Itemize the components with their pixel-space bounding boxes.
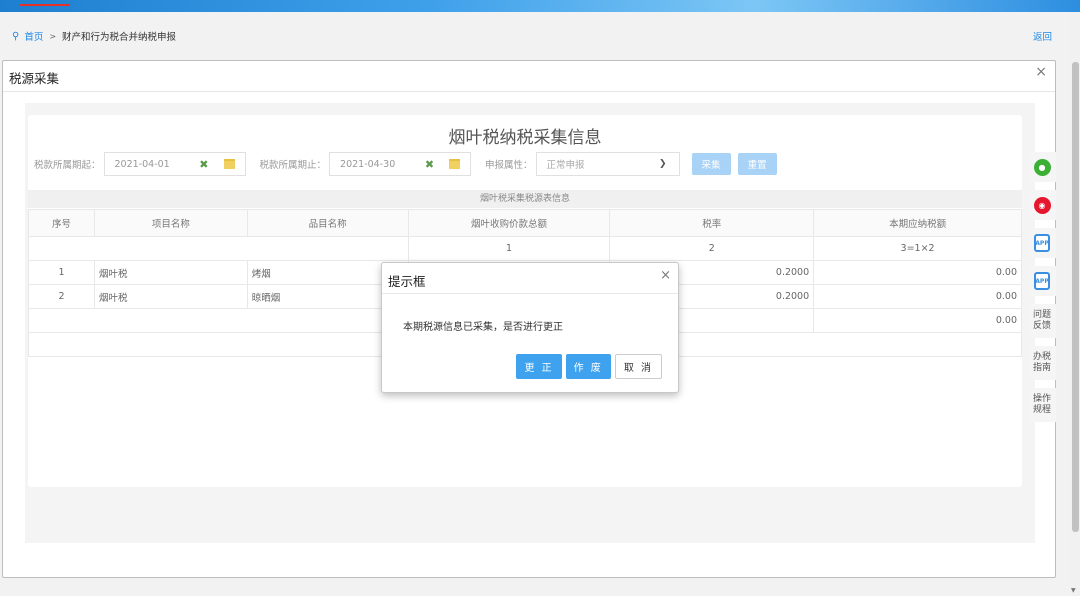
col-header: 序号: [28, 209, 95, 237]
col-header: 本期应纳税额: [813, 209, 1022, 237]
clear-icon[interactable]: ✖: [425, 158, 434, 171]
row-no: 2: [28, 284, 95, 309]
dialog-title: 提示框: [388, 274, 426, 289]
declare-type-label: 申报属性：: [485, 160, 533, 171]
dialog-close-icon[interactable]: ×: [660, 268, 671, 283]
start-date-label: 税款所属期起：: [34, 160, 101, 171]
panel-title: 烟叶税纳税采集信息: [448, 128, 602, 148]
banner-logo: [20, 0, 70, 6]
window-close-icon[interactable]: ×: [1035, 64, 1047, 80]
dialog-divider: [382, 293, 678, 294]
calendar-icon[interactable]: [449, 159, 461, 169]
window-divider: [3, 91, 1055, 92]
page-scrollbar[interactable]: ▼: [1070, 12, 1080, 596]
app-download-tool[interactable]: APP: [1028, 266, 1056, 296]
cancel-button[interactable]: 取 消: [614, 354, 662, 379]
dialog-message: 本期税源信息已采集，是否进行更正: [403, 322, 563, 333]
row-no: 1: [28, 260, 95, 285]
breadcrumb-current: 财产和行为税合并纳税申报: [62, 32, 177, 43]
feedback-tool[interactable]: 问题反馈: [1028, 304, 1056, 338]
col-header: 税率: [609, 209, 815, 237]
end-date-input[interactable]: 2021-04-30 ✖: [329, 152, 472, 176]
formula-cell: 1: [407, 236, 611, 261]
side-toolbar: ● ◉ APP APP 问题反馈 办税指南 操作规程: [1028, 152, 1056, 430]
top-banner: [0, 0, 1080, 12]
reset-button[interactable]: 重置: [737, 153, 777, 175]
col-header: 项目名称: [93, 209, 248, 237]
declare-type-select[interactable]: 正常申报 ❯: [535, 152, 680, 176]
table-caption: 烟叶税采集税源表信息: [28, 190, 1022, 208]
app-icon: APP: [1034, 234, 1050, 252]
end-date-value: 2021-04-30: [340, 158, 396, 170]
void-button[interactable]: 作 废: [565, 354, 611, 379]
end-date-label: 税款所属期止：: [259, 160, 327, 171]
row-tax: 0.00: [813, 284, 1022, 309]
wechat-tool[interactable]: ●: [1028, 152, 1056, 182]
declare-type-value: 正常申报: [546, 160, 585, 171]
row-tax: 0.00: [813, 260, 1022, 285]
back-link[interactable]: 返回: [1033, 29, 1052, 43]
clear-icon[interactable]: ✖: [199, 158, 208, 171]
breadcrumb-separator: >: [49, 31, 57, 41]
filter-row: 税款所属期起： 2021-04-01 ✖ 税款所属期止： 2021-04-30 …: [34, 151, 784, 177]
scrollbar-thumb[interactable]: [1072, 62, 1079, 532]
dialog-buttons: 更 正 作 废 取 消: [516, 354, 662, 379]
collect-button[interactable]: 采集: [691, 153, 731, 175]
weibo-icon: ◉: [1033, 196, 1051, 214]
prompt-dialog: 提示框 × 本期税源信息已采集，是否进行更正 更 正 作 废 取 消: [381, 262, 679, 393]
window-title: 税源采集: [9, 71, 60, 86]
total-tax: 0.00: [813, 308, 1022, 333]
breadcrumb: ⚲ 首页 > 财产和行为税合并纳税申报: [12, 29, 177, 44]
calendar-icon[interactable]: [223, 159, 235, 169]
row-project: 烟叶税: [93, 260, 248, 285]
start-date-input[interactable]: 2021-04-01 ✖: [103, 152, 246, 176]
app-download-tool[interactable]: APP: [1028, 228, 1056, 258]
chevron-down-icon: ❯: [659, 159, 667, 169]
scroll-down-icon[interactable]: ▼: [1071, 587, 1076, 594]
col-header: 烟叶收购价款总额: [407, 209, 611, 237]
formula-row: 1 2 3=1×2: [28, 236, 1022, 261]
row-project: 烟叶税: [93, 284, 248, 309]
app-icon: APP: [1034, 272, 1050, 290]
procedure-tool[interactable]: 操作规程: [1028, 388, 1056, 422]
wechat-icon: ●: [1033, 158, 1051, 176]
guide-tool[interactable]: 办税指南: [1028, 346, 1056, 380]
weibo-tool[interactable]: ◉: [1028, 190, 1056, 220]
location-pin-icon: ⚲: [12, 30, 20, 42]
col-header: 品目名称: [246, 209, 409, 237]
formula-cell: 3=1×2: [813, 236, 1022, 261]
correct-button[interactable]: 更 正: [516, 354, 562, 379]
formula-cell: [28, 236, 409, 261]
breadcrumb-home-link[interactable]: 首页: [24, 29, 43, 43]
start-date-value: 2021-04-01: [114, 158, 170, 170]
table-header-row: 序号 项目名称 品目名称 烟叶收购价款总额 税率 本期应纳税额: [28, 209, 1022, 237]
formula-cell: 2: [609, 236, 815, 261]
